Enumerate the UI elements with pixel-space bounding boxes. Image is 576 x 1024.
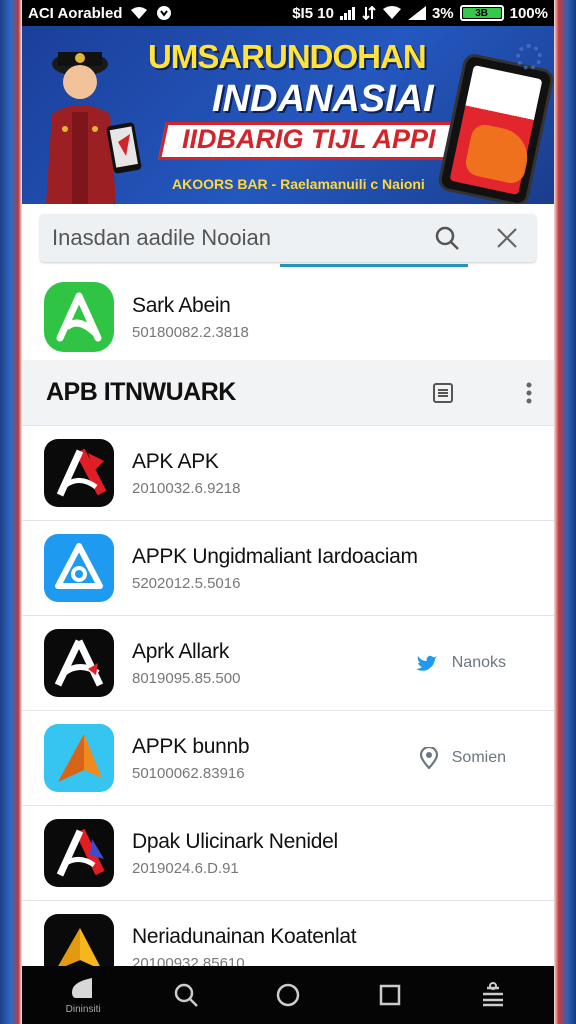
bottom-nav-bar: Dininsiti [22, 966, 554, 1024]
featured-app-text: Sark Abein 50180082.2.3818 [132, 294, 249, 341]
list-item[interactable]: APK APK 2010032.6.9218 [22, 426, 554, 521]
status-bar: ACI Aorabled $I5 10 3% 3B 100% [22, 0, 554, 26]
list-item[interactable]: Aprk Allark 8019095.85.500 Nanoks [22, 616, 554, 711]
app-version: 2019024.6.D.91 [132, 859, 239, 877]
battery-signal-text: 100% [509, 4, 548, 22]
more-options-icon[interactable] [526, 382, 532, 404]
stack-menu-icon [482, 982, 503, 1007]
battery-percent: 3% [431, 4, 454, 22]
app-version: 2010032.6.9218 [132, 479, 241, 497]
search-input[interactable] [52, 225, 404, 251]
app-name: Dpak Ulicinark Nenidel [132, 829, 338, 853]
app-text: Neriadunainan Koatenlat 20100932.85610 [132, 924, 357, 972]
wifi-icon [131, 7, 148, 19]
nav-search[interactable] [156, 966, 216, 1024]
search-icon [435, 226, 459, 250]
item-extra[interactable]: Somien [419, 747, 506, 769]
search-progress-indicator [280, 264, 468, 267]
home-leaf-icon [72, 977, 93, 998]
location-pin-icon [419, 747, 438, 769]
app-name: Aprk Allark [132, 639, 230, 663]
wifi-full-icon [382, 6, 401, 19]
circle-home-icon [276, 983, 300, 1007]
orange-arrow-icon [44, 724, 114, 792]
battery-icon: 3B [459, 5, 504, 21]
banner-subtitle: AKOORS BAR - Raelamanuili c Naioni [172, 176, 425, 192]
app-version: 50100062.83916 [132, 764, 245, 782]
app-text: Dpak Ulicinark Nenidel 2019024.6.D.91 [132, 830, 338, 877]
status-left: ACI Aorabled [28, 5, 172, 22]
list-item[interactable]: APPK bunnb 50100062.83916 Somien [22, 711, 554, 806]
item-extra-label: Somien [451, 749, 506, 766]
nav-home-label: Dininsiti [65, 1003, 101, 1015]
list-item[interactable]: APPK Ungidmaliant Iardoaciam 5202012.5.5… [22, 521, 554, 616]
status-right: $I5 10 3% 3B 100% [292, 5, 548, 22]
search-bar [40, 214, 536, 262]
a-logo-icon [56, 292, 102, 342]
red-a-icon [44, 439, 114, 507]
banner-ribbon-text: IIDBARIG TIJL APPI [182, 124, 436, 154]
cell-signal-icon [407, 6, 426, 20]
app-version: 8019095.85.500 [132, 669, 241, 687]
featured-app-name: Sark Abein [132, 293, 231, 317]
app-name: APPK bunnb [132, 734, 250, 758]
data-arrows-icon [362, 6, 376, 20]
section-actions [432, 382, 554, 404]
twitter-bird-icon [415, 655, 437, 671]
app-text: APK APK 2010032.6.9218 [132, 450, 240, 497]
list-item[interactable]: Dpak Ulicinark Nenidel 2019024.6.D.91 [22, 806, 554, 901]
square-recents-icon [380, 984, 401, 1006]
app-text: APPK bunnb 50100062.83916 [132, 734, 250, 782]
section-header: APB ITNWUARK [22, 360, 554, 426]
orange-arrow-logo [58, 734, 102, 782]
nav-home-circle[interactable] [258, 966, 318, 1024]
search-button[interactable] [430, 221, 464, 255]
blue-a-logo [55, 543, 103, 589]
blue-a-icon [44, 534, 114, 602]
red-a-logo [56, 448, 107, 497]
app-text: APPK Ungidmaliant Iardoaciam 5202012.5.5… [132, 545, 418, 592]
banner-title-second: INDANASIAI [212, 78, 434, 120]
white-a-logo [54, 639, 104, 687]
promo-banner[interactable]: UMSARUNDOHAN INDANASIAI IIDBARIG TIJL AP… [22, 26, 554, 204]
close-icon [497, 228, 517, 248]
officer-illustration-icon [46, 52, 142, 204]
carrier-label: ACI Aorabled [28, 4, 123, 22]
signal-bars-icon [339, 7, 355, 20]
section-title: APB ITNWUARK [46, 378, 236, 406]
red-a-icon [44, 819, 114, 887]
app-text: Aprk Allark 8019095.85.500 [132, 640, 240, 687]
nav-home[interactable]: Dininsiti [53, 966, 113, 1024]
app-name: Neriadunainan Koatenlat [132, 924, 357, 948]
green-a-icon [44, 282, 114, 352]
gear-icon [516, 44, 542, 70]
notification-icon [157, 6, 172, 20]
search-icon [174, 983, 198, 1007]
app-version: 5202012.5.5016 [132, 574, 241, 592]
phone-screen: ACI Aorabled $I5 10 3% 3B 100% UMSARUNDO… [22, 0, 554, 1024]
red-a-logo [56, 828, 105, 877]
white-a-icon [44, 629, 114, 697]
nav-menu[interactable] [463, 966, 523, 1024]
item-extra-label: Nanoks [451, 654, 506, 671]
banner-title: UMSARUNDOHAN [148, 38, 427, 75]
featured-app-version: 50180082.2.3818 [132, 323, 249, 341]
item-extra[interactable]: Nanoks [415, 654, 506, 672]
app-name: APK APK [132, 449, 219, 473]
phone-illustration-icon [436, 51, 554, 204]
battery-level: 3B [462, 8, 501, 19]
list-view-icon[interactable] [432, 382, 454, 404]
status-center-text: $I5 10 [292, 4, 334, 22]
featured-app-row[interactable]: Sark Abein 50180082.2.3818 [22, 276, 554, 358]
clear-search-button[interactable] [490, 221, 524, 255]
nav-recents[interactable] [360, 966, 420, 1024]
app-name: APPK Ungidmaliant Iardoaciam [132, 544, 418, 568]
app-list: APK APK 2010032.6.9218 APPK Ungidmaliant… [22, 426, 554, 996]
